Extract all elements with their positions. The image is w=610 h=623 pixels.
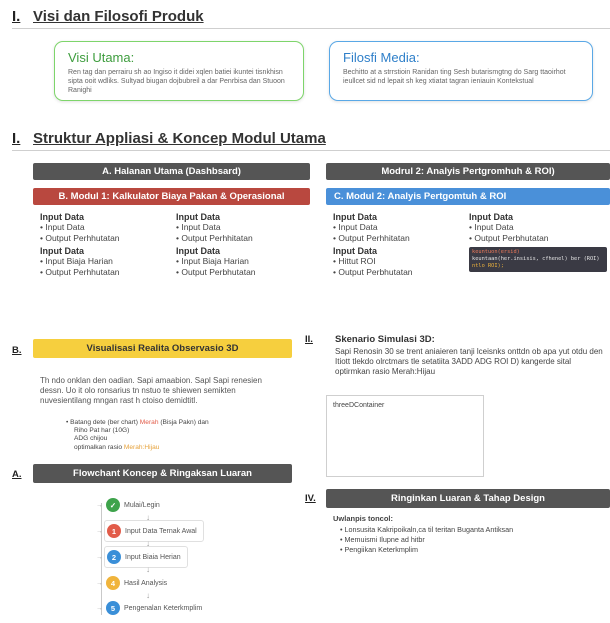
visi-card: Visi Utama: Ren tag dan perrairu sh ao I…: [54, 41, 304, 101]
visual-note: • Batang dete (ber chart) Merah (Bisja P…: [66, 419, 296, 452]
b1-item: Input Data: [40, 222, 170, 233]
c1-item: Hittut ROI: [333, 256, 463, 267]
note-text: Batang dete (ber chart): [70, 419, 138, 426]
note-text: (Bisja Pakn) dan: [160, 419, 209, 426]
flow-node-label: Hasil Analysis: [124, 579, 168, 587]
check-icon: ✓: [106, 498, 120, 512]
b2-group-2-title: Input Data: [176, 246, 220, 256]
flow-node-label: Pengenalan Keterkmplim: [124, 604, 203, 612]
flowchart: → ✓ Mulai/Legin ↓ → 1 Input Data Ternak …: [96, 495, 296, 616]
b1-group-1-title: Input Data: [40, 212, 84, 222]
c2-group-1-title: Input Data: [469, 212, 513, 222]
section-2-divider: [12, 150, 610, 151]
ringkasan-list: • Lonsusita Kakripoikaln,ca til teritan …: [340, 525, 605, 555]
bar-modul-1: B. Modul 1: Kalkulator Biaya Pakan & Ope…: [33, 188, 310, 205]
step-1-icon: 1: [107, 524, 121, 538]
simulasi-text: Sapi Renosin 30 se trent aniaieren tanji…: [335, 347, 603, 376]
visi-title: Visi Utama:: [68, 50, 135, 65]
flow-node-2: → 2 Input Biaia Herian: [96, 546, 296, 568]
note-red-text: Merah: [139, 419, 159, 426]
visual-note-line-2: Riho Pat har (10G): [74, 427, 130, 435]
ringkasan-item: • Lonsusita Kakripoikaln,ca til teritan …: [340, 525, 514, 534]
filosofi-card: Filosfi Media: Bechitto at a strrstioin …: [329, 41, 593, 101]
visi-text: Ren tag dan perrairu sh ao Ingiso it did…: [68, 69, 285, 94]
flow-node-label: Input Data Ternak Awal: [125, 527, 197, 535]
ringkasan-item-text: Lonsusita Kakripoikaln,ca til teritan Bu…: [344, 525, 514, 534]
ringkasan-item-text: Pengiikan Keterkmplim: [344, 545, 419, 554]
bar-modul-2: C. Modul 2: Analyis Pertgomtuh & ROI: [326, 188, 610, 205]
ringkasan-title-bar: Ringinkan Luaran & Tahap Design: [326, 489, 610, 508]
filosofi-title: Filosfi Media:: [343, 50, 420, 65]
three-d-container[interactable]: threeDContainer: [326, 395, 484, 477]
visual-title-bar: Visualisasi Realita Observasio 3D: [33, 339, 292, 358]
section-2-number: I.: [12, 130, 21, 147]
flow-node-1: → 1 Input Data Ternak Awal: [96, 520, 296, 542]
section-1-title: Visi dan Filosofi Produk: [33, 8, 204, 25]
ringkasan-item: • Memuismi Ilupne ad hitbr: [340, 535, 425, 544]
b2-item: Output Perbhutatan: [176, 267, 306, 278]
visual-note-line-3: ADG chijou: [74, 435, 108, 443]
simulasi-title: Skenario Simulasi 3D:: [335, 334, 435, 345]
section-1-number: I.: [12, 8, 21, 25]
bar-dashboard: A. Halanan Utama (Dashbsard): [33, 163, 310, 180]
note-text: optimalkan rasio: [74, 443, 123, 451]
b1-item: Output Perhhutatan: [40, 233, 170, 244]
modul-2-column-1: Input Data Input Data Output Perhhitatan…: [333, 212, 463, 278]
section-1-divider: [12, 28, 610, 29]
code-line: ntlo ROI);: [472, 263, 504, 269]
flow-node-label: Input Biaia Herian: [125, 553, 181, 561]
code-block: keuntuon(ersid) keuntaan(her.insisis, cf…: [469, 247, 607, 272]
modul-1-column-2: Input Data Input Data Output Perhhitatan…: [176, 212, 306, 278]
c1-item: Output Perbhutatan: [333, 267, 463, 278]
step-2-icon: 2: [107, 550, 121, 564]
modul-1-column-1: Input Data Input Data Output Perhhutatan…: [40, 212, 170, 278]
flow-title-bar: Flowchant Koncep & Ringaksan Luaran: [33, 464, 292, 483]
c1-item: Output Perhhitatan: [333, 233, 463, 244]
c2-item: Output Perbhutatan: [469, 233, 607, 244]
c1-item: Input Data: [333, 222, 463, 233]
code-line: keuntuon(ersid): [472, 249, 520, 255]
ringkasan-number: IV.: [305, 493, 316, 504]
b1-item: Output Perhhutatan: [40, 267, 170, 278]
ringkasan-item: • Pengiikan Keterkmplim: [340, 545, 419, 554]
visual-note-line-4: optimalkan rasio Merah:Hijau: [66, 444, 296, 452]
b2-item: Input Data: [176, 222, 306, 233]
arrow-down-icon: ↓: [146, 591, 150, 600]
c1-group-1-title: Input Data: [333, 212, 377, 222]
flow-node-label: Mulai/Legin: [124, 501, 160, 509]
ringkasan-item-text: Memuismi Ilupne ad hitbr: [344, 535, 425, 544]
three-d-container-label: threeDContainer: [333, 402, 385, 409]
flow-node-5: → 5 Pengenalan Keterkmplim: [96, 600, 296, 616]
visual-note-line-1: • Batang dete (ber chart) Merah (Bisja P…: [66, 419, 209, 426]
filosofi-text: Bechitto at a strrstioin Ranidan ting Se…: [343, 69, 566, 85]
flow-number: A.: [12, 469, 22, 480]
modul-2-column-2: Input Data Input Data Output Perbhutatan…: [469, 212, 607, 272]
visual-text: Th ndo onklan den oadian. Sapi amaabion.…: [40, 376, 262, 405]
step-5-icon: 5: [106, 601, 120, 615]
b2-group-1-title: Input Data: [176, 212, 220, 222]
step-4-icon: 4: [106, 576, 120, 590]
ringkasan-subtitle: Uwlanpis toncol:: [333, 514, 393, 523]
b2-item: Output Perhhitatan: [176, 233, 306, 244]
note-orange-text: Merah:Hijau: [123, 443, 160, 451]
c1-group-2-title: Input Data: [333, 246, 377, 256]
bar-modul-2-header: Modrul 2: Analyis Pertgromhuh & ROI): [326, 163, 610, 180]
flow-node-4: → 4 Hasil Analysis: [96, 573, 296, 593]
section-2-title: Struktur Appliasi & Koncep Modul Utama: [33, 130, 326, 147]
code-line: keuntaan(her.insisis, cfhenel) ber (ROI): [472, 256, 600, 262]
b1-item: Input Biaja Harian: [40, 256, 170, 267]
b2-item: Input Biaja Harian: [176, 256, 306, 267]
simulasi-number: II.: [305, 334, 313, 345]
c2-item: Input Data: [469, 222, 607, 233]
visual-number: B.: [12, 345, 22, 356]
flow-node-start: → ✓ Mulai/Legin: [96, 495, 296, 515]
b1-group-2-title: Input Data: [40, 246, 84, 256]
